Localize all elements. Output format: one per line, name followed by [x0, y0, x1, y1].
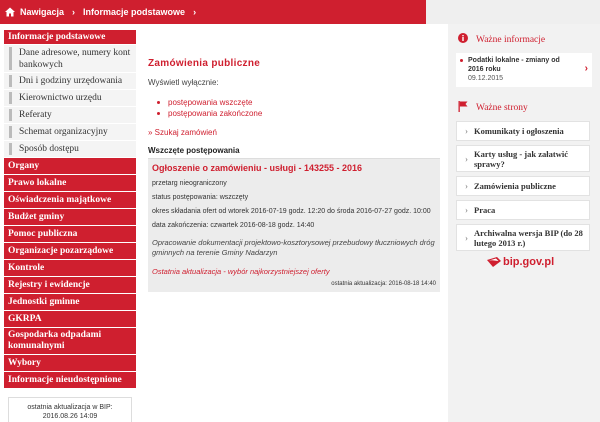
- notice-description: Opracowanie dokumentacji projektowo-kosz…: [152, 238, 435, 257]
- bullet-icon: [157, 101, 160, 104]
- sidebar-item-organy[interactable]: Organy: [4, 158, 136, 175]
- bip-logo[interactable]: bip.gov.pl: [487, 256, 554, 268]
- sidebar-subitem-label: Sposób dostępu: [19, 144, 79, 154]
- breadcrumb: Nawigacja › Informacje podstawowe ›: [0, 0, 426, 24]
- search-tenders-link[interactable]: » Szukaj zamówień: [148, 128, 440, 137]
- link-karty-uslug[interactable]: › Karty usług - jak załatwić sprawy?: [456, 145, 590, 172]
- important-pages-title: Ważne strony: [476, 103, 528, 113]
- sidebar-subitem-label: Schemat organizacyjny: [19, 127, 108, 137]
- bip-flag-icon: [487, 257, 501, 267]
- notice-card: Ogłoszenie o zamówieniu - usługi - 14325…: [148, 158, 440, 292]
- sidebar-subitem-label: Kierownictwo urzędu: [19, 93, 102, 103]
- notice-updated-date: ostatnia aktualizacja: 2016-08-18 14:40: [331, 281, 436, 287]
- link-zamowienia[interactable]: › Zamówienia publiczne: [456, 176, 590, 196]
- filter-link-zakonczone[interactable]: postępowania zakończone: [157, 108, 440, 119]
- filter-list: postępowania wszczęte postępowania zakoń…: [157, 97, 440, 119]
- sidebar-item-budzet[interactable]: Budżet gminy: [4, 209, 136, 226]
- important-info-header: Ważne informacje: [458, 33, 600, 46]
- sidebar-subitem-referaty[interactable]: Referaty: [4, 107, 136, 124]
- bullet-icon: [460, 59, 463, 62]
- notice-mode: przetarg nieograniczony: [152, 180, 227, 187]
- sidebar-item-wybory[interactable]: Wybory: [4, 355, 136, 372]
- sidebar-item-oswiadczenia[interactable]: Oświadczenia majątkowe: [4, 192, 136, 209]
- filter-link-wszczete[interactable]: postępowania wszczęte: [157, 97, 440, 108]
- bullet-icon: [157, 112, 160, 115]
- sidebar-section-title[interactable]: Informacje podstawowe: [4, 30, 136, 45]
- main-content: Zamówienia publiczne Wyświetl wyłącznie:…: [148, 58, 440, 292]
- chevron-right-icon: ›: [465, 126, 468, 136]
- sidebar-item-gkrpa[interactable]: GKRPA: [4, 311, 136, 328]
- sidebar-item-gospodarka-odpadami[interactable]: Gospodarka odpadami komunalnymi: [4, 328, 136, 355]
- notice-title-link[interactable]: Ogłoszenie o zamówieniu - usługi - 14325…: [152, 163, 436, 173]
- bip-logo-text: bip.gov.pl: [503, 256, 555, 268]
- news-title: Podatki lokalne - zmiany od 2016 roku: [468, 57, 560, 73]
- notice-latest-update-link[interactable]: Ostatnia aktualizacja - wybór najkorzyst…: [152, 267, 436, 276]
- bip-update-label: ostatnia aktualizacja w BIP:: [27, 404, 113, 411]
- link-archiwalna-wersja[interactable]: › Archiwalna wersja BIP (do 28 lutego 201…: [456, 224, 590, 251]
- chevron-right-icon: ›: [465, 232, 468, 243]
- notice-offer-period: okres składania ofert od wtorek 2016-07-…: [152, 208, 431, 215]
- right-sidebar: Ważne informacje Podatki lokalne - zmian…: [448, 24, 600, 422]
- sidebar-item-kontrole[interactable]: Kontrole: [4, 260, 136, 277]
- link-komunikaty[interactable]: › Komunikaty i ogłoszenia: [456, 121, 590, 141]
- sidebar-subitem-dane-adresowe[interactable]: Dane adresowe, numery kont bankowych: [4, 45, 136, 73]
- home-icon[interactable]: [4, 6, 16, 18]
- sidebar-item-jednostki[interactable]: Jednostki gminne: [4, 294, 136, 311]
- sidebar-item-informacje-nieudostepnione[interactable]: Informacje nieudostępnione: [4, 372, 136, 389]
- important-pages-header: Ważne strony: [458, 101, 600, 115]
- notice-end-date: data zakończenia: czwartek 2016-08-18 go…: [152, 222, 315, 229]
- flag-icon: [458, 101, 468, 115]
- top-bar: Nawigacja › Informacje podstawowe ›: [0, 0, 600, 24]
- sidebar-subitem-label: Dni i godziny urzędowania: [19, 76, 123, 86]
- chevron-right-icon: ›: [465, 181, 468, 191]
- sidebar-subitem-label: Referaty: [19, 110, 52, 120]
- important-info-title: Ważne informacje: [476, 34, 546, 45]
- filter-label: Wyświetl wyłącznie:: [148, 78, 219, 87]
- bip-update-box: ostatnia aktualizacja w BIP: 2016.08.26 …: [8, 397, 132, 422]
- notice-status: status postępowania: wszczęty: [152, 194, 249, 201]
- sidebar-subitem-kierownictwo[interactable]: Kierownictwo urzędu: [4, 90, 136, 107]
- chevron-right-icon: ›: [465, 205, 468, 215]
- sidebar-subitem-sposob-dostepu[interactable]: Sposób dostępu: [4, 141, 136, 158]
- link-praca[interactable]: › Praca: [456, 200, 590, 220]
- chevron-right-icon[interactable]: ›: [585, 63, 588, 74]
- news-item[interactable]: Podatki lokalne - zmiany od 2016 roku 09…: [456, 53, 592, 87]
- left-sidebar: Informacje podstawowe Dane adresowe, num…: [4, 30, 136, 422]
- chevron-right-icon: ›: [465, 153, 468, 164]
- section-heading: Wszczęte postępowania: [148, 146, 240, 155]
- news-date: 09.12.2015: [468, 75, 504, 82]
- sidebar-subitem-label: Dane adresowe, numery kont bankowych: [19, 48, 131, 70]
- chevron-right-icon: ›: [193, 7, 197, 17]
- page-title: Zamówienia publiczne: [148, 58, 261, 69]
- chevron-right-icon: ›: [72, 7, 76, 17]
- sidebar-subitem-schemat[interactable]: Schemat organizacyjny: [4, 124, 136, 141]
- sidebar-item-rejestry[interactable]: Rejestry i ewidencje: [4, 277, 136, 294]
- breadcrumb-item-informacje[interactable]: Informacje podstawowe: [83, 7, 185, 17]
- sidebar-subitem-dni-godziny[interactable]: Dni i godziny urzędowania: [4, 73, 136, 90]
- sidebar-item-pomoc-publiczna[interactable]: Pomoc publiczna: [4, 226, 136, 243]
- info-icon: [458, 33, 468, 46]
- bip-update-value: 2016.08.26 14:09: [42, 413, 98, 420]
- breadcrumb-item-nawigacja[interactable]: Nawigacja: [20, 7, 64, 17]
- sidebar-item-organizacje[interactable]: Organizacje pozarządowe: [4, 243, 136, 260]
- sidebar-item-prawo-lokalne[interactable]: Prawo lokalne: [4, 175, 136, 192]
